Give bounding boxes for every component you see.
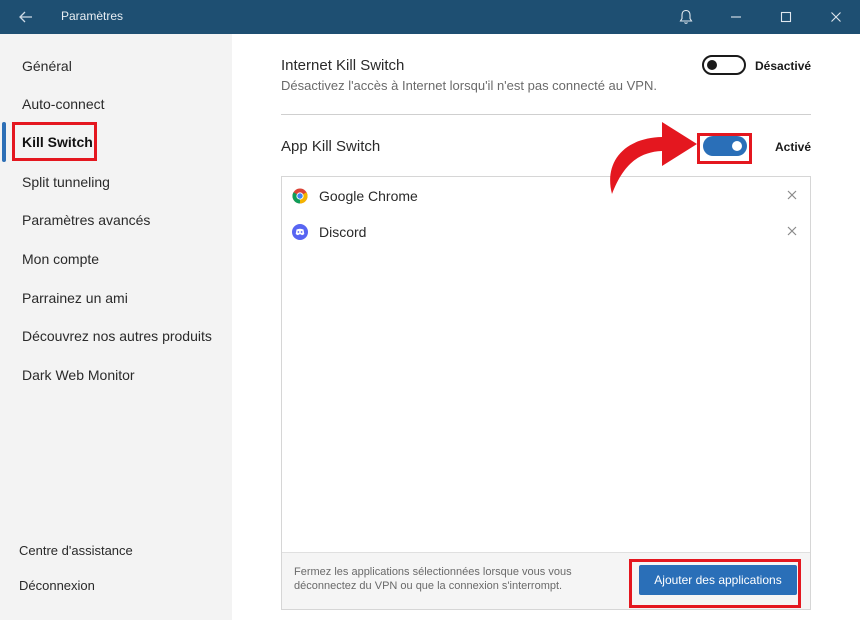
app-kill-switch-state: Activé	[775, 140, 812, 154]
remove-icon[interactable]	[784, 187, 800, 203]
red-arrow-annotation	[610, 122, 697, 194]
sidebar-item-kill-switch[interactable]: Kill Switch	[22, 131, 93, 153]
toggle-knob	[707, 60, 717, 70]
app-kill-switch-toggle[interactable]	[703, 136, 747, 156]
sidebar-item-help-center[interactable]: Centre d'assistance	[19, 540, 133, 562]
list-item: Discord	[282, 217, 810, 247]
add-applications-button[interactable]: Ajouter des applications	[639, 565, 797, 595]
sidebar-item-dark-web-monitor[interactable]: Dark Web Monitor	[22, 364, 135, 386]
close-icon[interactable]	[821, 5, 851, 29]
discord-icon	[292, 224, 308, 240]
toggle-knob	[732, 141, 742, 151]
app-name: Discord	[319, 224, 367, 240]
bell-icon[interactable]	[671, 5, 701, 29]
sidebar-item-refer-friend[interactable]: Parrainez un ami	[22, 287, 128, 309]
app-list-footer: Fermez les applications sélectionnées lo…	[282, 552, 810, 609]
remove-icon[interactable]	[784, 223, 800, 239]
sidebar: Général Auto-connect Kill Switch Split t…	[0, 34, 232, 620]
window-title: Paramètres	[61, 9, 124, 23]
sidebar-item-other-products[interactable]: Découvrez nos autres produits	[22, 325, 212, 347]
chrome-icon	[292, 188, 308, 204]
sidebar-item-general[interactable]: Général	[22, 55, 72, 77]
internet-kill-switch-state: Désactivé	[755, 59, 812, 73]
sidebar-item-auto-connect[interactable]: Auto-connect	[22, 93, 105, 115]
footer-note: Fermez les applications sélectionnées lo…	[294, 566, 572, 592]
internet-kill-switch-toggle[interactable]	[702, 55, 746, 75]
internet-kill-switch-description: Désactivez l'accès à Internet lorsqu'il …	[281, 78, 657, 93]
sidebar-active-indicator	[2, 122, 6, 162]
title-bar: Paramètres	[0, 0, 860, 34]
sidebar-item-logout[interactable]: Déconnexion	[19, 575, 95, 597]
list-item: Google Chrome	[282, 181, 810, 211]
sidebar-item-advanced-settings[interactable]: Paramètres avancés	[22, 209, 150, 231]
sidebar-item-my-account[interactable]: Mon compte	[22, 248, 99, 270]
internet-kill-switch-title: Internet Kill Switch	[281, 57, 405, 74]
sidebar-item-split-tunneling[interactable]: Split tunneling	[22, 171, 110, 193]
main-panel: Internet Kill Switch Désactivez l'accès …	[232, 34, 860, 620]
app-list: Google Chrome Discord Fermez les applica…	[281, 176, 811, 610]
maximize-icon[interactable]	[771, 5, 801, 29]
section-divider	[281, 114, 811, 115]
back-arrow-icon[interactable]	[14, 6, 38, 28]
minimize-icon[interactable]	[721, 5, 751, 29]
app-kill-switch-title: App Kill Switch	[281, 138, 381, 155]
app-name: Google Chrome	[319, 188, 418, 204]
